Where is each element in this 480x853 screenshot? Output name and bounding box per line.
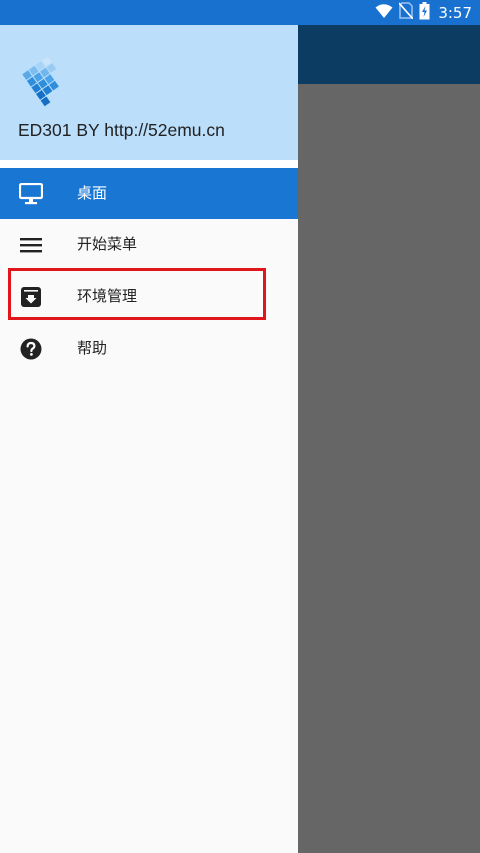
- app-toolbar: [298, 25, 480, 84]
- nav-item-start-menu[interactable]: 开始菜单: [0, 219, 298, 270]
- no-sim-icon: [398, 2, 414, 23]
- menu-icon: [18, 232, 43, 257]
- header-divider: [0, 160, 298, 168]
- nav-item-label: 桌面: [77, 184, 108, 202]
- highlight-annotation: [8, 268, 266, 320]
- nav-item-label: 帮助: [77, 339, 108, 357]
- app-logo-icon: [17, 56, 69, 108]
- navigation-drawer: ED301 BY http://52emu.cn 桌面 开始菜单 环境管理 帮助: [0, 25, 298, 853]
- monitor-icon: [18, 181, 43, 206]
- help-icon: [18, 336, 43, 361]
- battery-charging-icon: [419, 1, 430, 24]
- wifi-icon: [375, 3, 393, 23]
- nav-item-help[interactable]: 帮助: [0, 323, 298, 374]
- drawer-scrim[interactable]: [298, 84, 480, 853]
- nav-item-desktop[interactable]: 桌面: [0, 168, 298, 219]
- drawer-header: ED301 BY http://52emu.cn: [0, 25, 298, 160]
- nav-item-label: 开始菜单: [77, 235, 138, 253]
- status-bar: 3:57: [0, 0, 480, 25]
- drawer-header-title: ED301 BY http://52emu.cn: [18, 120, 225, 140]
- status-icons: 3:57: [375, 0, 472, 25]
- status-time: 3:57: [438, 3, 472, 22]
